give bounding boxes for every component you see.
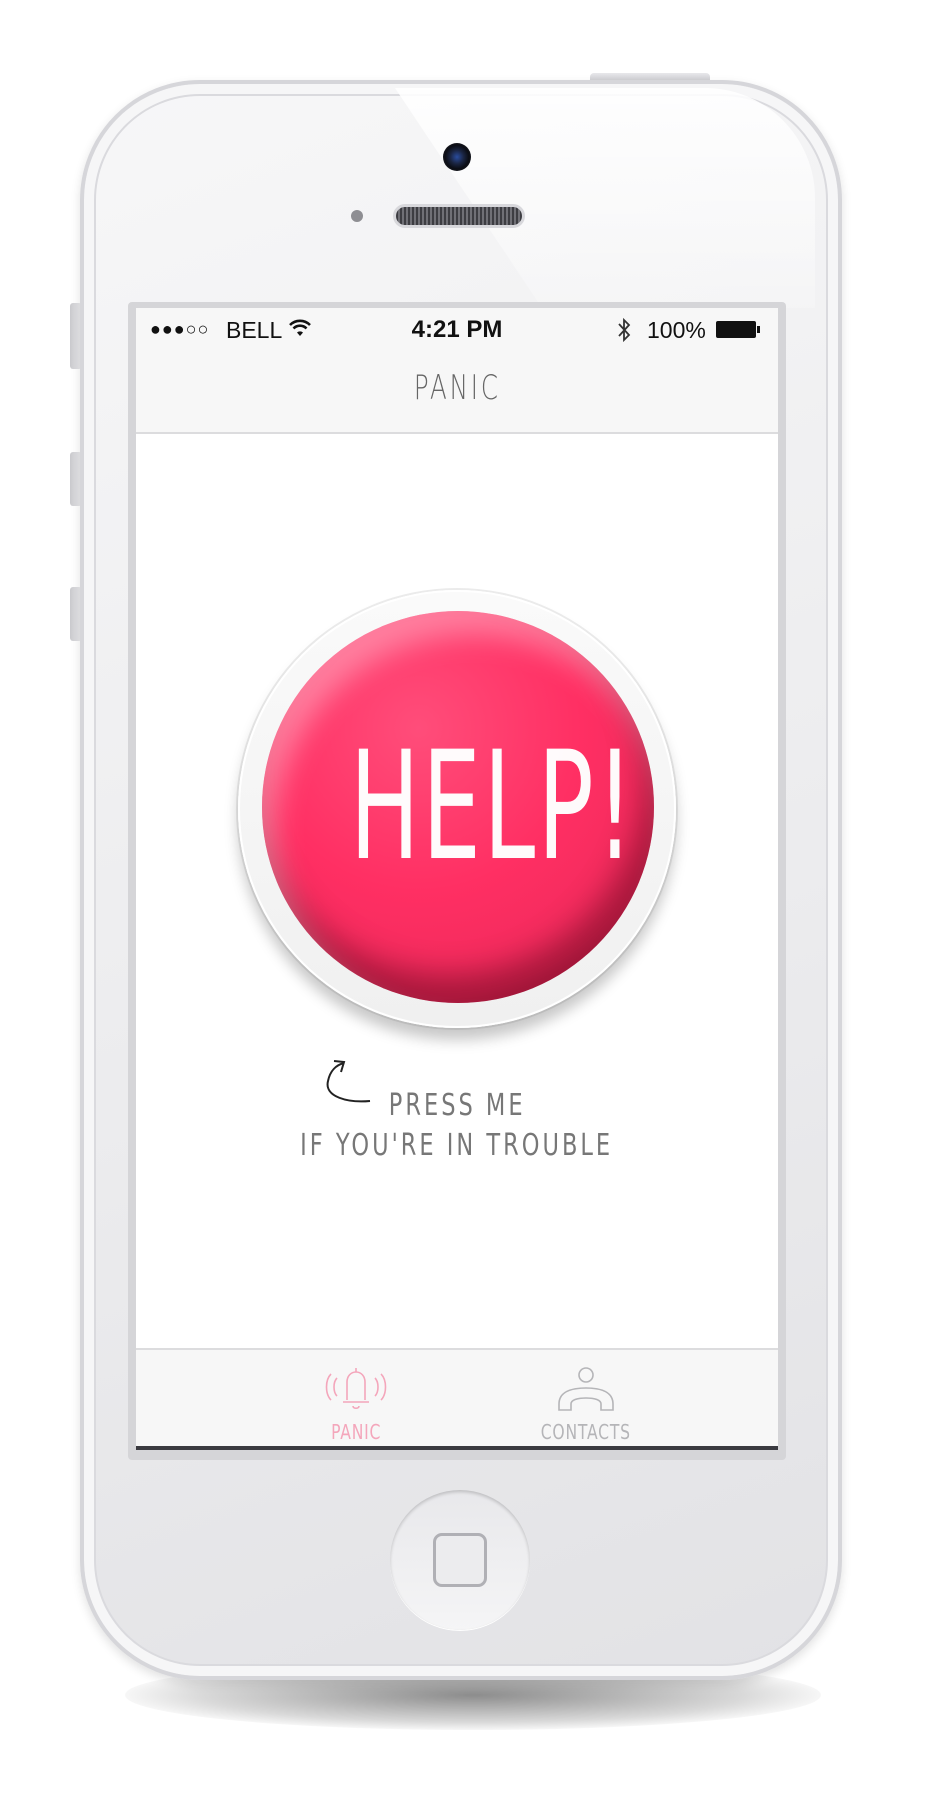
bell-alarm-icon: [325, 1368, 387, 1410]
tab-bar: PANIC CONTACTS: [136, 1348, 778, 1450]
battery-percent: 100%: [647, 317, 706, 343]
earpiece-speaker: [393, 204, 525, 228]
front-camera: [443, 143, 471, 171]
tab-contacts[interactable]: CONTACTS: [516, 1350, 656, 1450]
page-title: PANIC: [413, 368, 501, 408]
battery-icon: [716, 321, 756, 338]
battery-tip: [757, 326, 760, 333]
help-button[interactable]: HELP!: [262, 611, 654, 1003]
hint-line-1: PRESS ME: [388, 1088, 526, 1123]
home-square-icon: [433, 1533, 487, 1587]
contact-person-icon: [558, 1367, 614, 1411]
tab-contacts-label: CONTACTS: [540, 1420, 632, 1444]
bluetooth-icon: [618, 317, 631, 343]
tab-panic-label: PANIC: [330, 1420, 382, 1444]
screen-bottom-edge: [136, 1446, 778, 1450]
proximity-sensor: [351, 210, 363, 222]
home-button[interactable]: [390, 1490, 530, 1630]
app-screen: ●●●○○ BELL 4:21 PM 100% PANIC HELP! PRES…: [136, 308, 778, 1450]
help-button-label: HELP!: [349, 720, 637, 894]
navigation-bar: PANIC: [136, 352, 778, 434]
status-bar: ●●●○○ BELL 4:21 PM 100%: [136, 308, 778, 352]
tab-panic[interactable]: PANIC: [286, 1350, 426, 1450]
hint-line-2: IF YOU'RE IN TROUBLE: [300, 1128, 614, 1163]
